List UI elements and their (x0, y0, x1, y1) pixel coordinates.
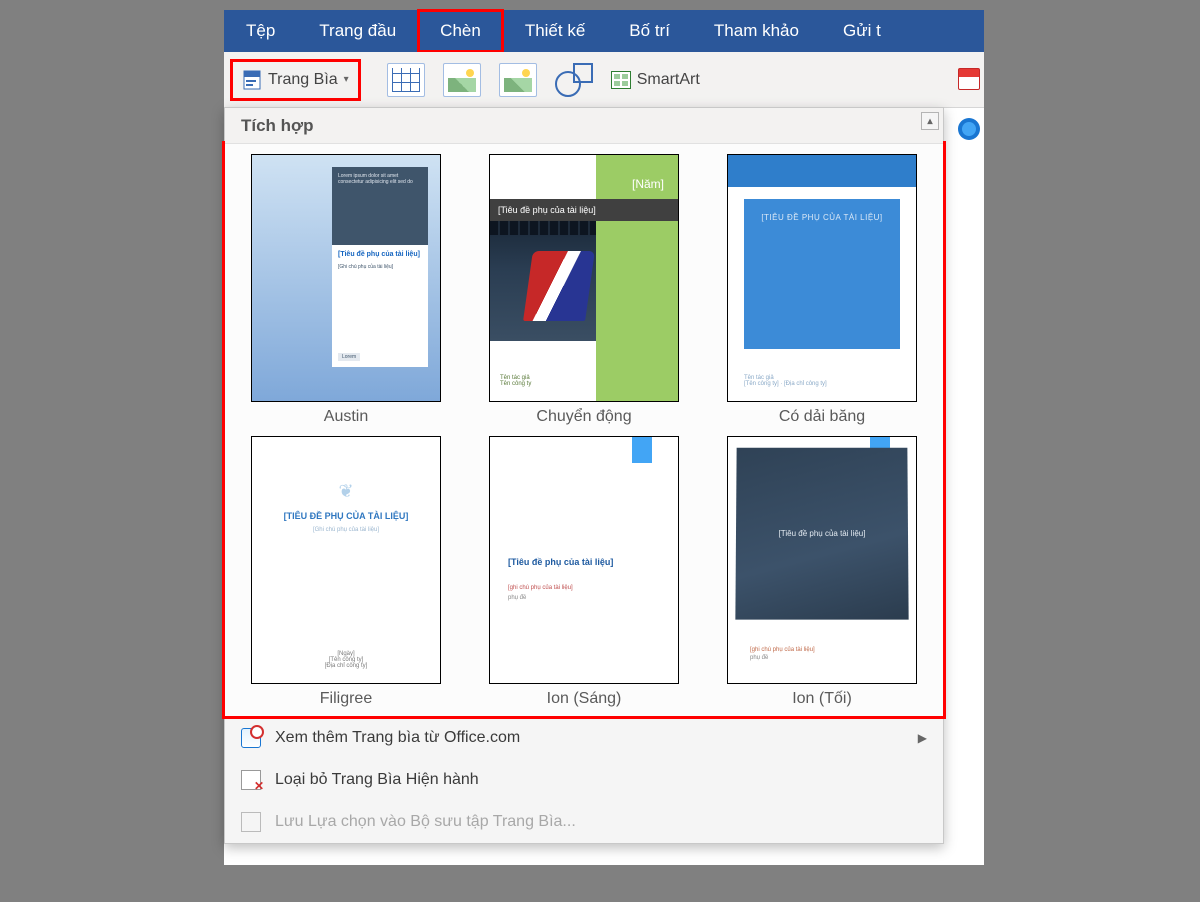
cover-page-dropdown: Tích hợp ▴ Lorem ipsum dolor sit amet co… (224, 107, 944, 844)
tab-design[interactable]: Thiết kế (503, 10, 607, 52)
people-icon[interactable] (958, 118, 980, 140)
cover-page-label: Trang Bìa (268, 71, 338, 89)
page-remove-icon (241, 770, 261, 790)
cover-label: Ion (Tối) (792, 690, 852, 708)
table-icon[interactable] (387, 63, 425, 97)
cover-thumb-ion-light: [Tiêu đề phụ của tài liệu] [ghi chú phụ … (489, 436, 679, 684)
tab-insert[interactable]: Chèn (418, 10, 503, 52)
tab-home[interactable]: Trang đầu (297, 10, 418, 52)
cover-thumb-motion: [Năm] [Tiêu đề phụ của tài liệu] Tên tác… (489, 154, 679, 402)
chevron-right-icon: ▶ (918, 731, 927, 745)
cover-label: Filigree (320, 690, 372, 708)
chevron-down-icon: ▾ (344, 74, 349, 85)
cover-thumb-filigree: ❦ [TIÊU ĐỀ PHỤ CỦA TÀI LIỆU] [Ghi chú ph… (251, 436, 441, 684)
store-icon[interactable] (958, 68, 980, 90)
cover-option-filigree[interactable]: ❦ [TIÊU ĐỀ PHỤ CỦA TÀI LIỆU] [Ghi chú ph… (239, 436, 453, 708)
ribbon-toolbar: Trang Bìa ▾ SmartArt (224, 52, 984, 108)
tab-layout[interactable]: Bố trí (607, 10, 692, 52)
menu-more-from-office[interactable]: Xem thêm Trang bìa từ Office.com ▶ (225, 717, 943, 759)
cover-option-austin[interactable]: Lorem ipsum dolor sit amet consectetur a… (239, 154, 453, 426)
tab-mail[interactable]: Gửi t (821, 10, 903, 52)
globe-refresh-icon (241, 728, 261, 748)
cover-thumb-austin: Lorem ipsum dolor sit amet consectetur a… (251, 154, 441, 402)
cover-page-icon (242, 70, 262, 90)
menu-remove-cover[interactable]: Loại bỏ Trang Bìa Hiện hành (225, 759, 943, 801)
right-side-icons (958, 68, 984, 140)
ribbon-tabs: Tệp Trang đầu Chèn Thiết kế Bố trí Tham … (224, 10, 984, 52)
pictures-icon[interactable] (443, 63, 481, 97)
cover-label: Chuyển động (536, 408, 631, 426)
online-pictures-icon[interactable] (499, 63, 537, 97)
tab-file[interactable]: Tệp (224, 10, 297, 52)
toolbar-icon-group (375, 63, 593, 97)
tab-references[interactable]: Tham khảo (692, 10, 821, 52)
cover-thumb-banded: [TIÊU ĐỀ PHỤ CỦA TÀI LIỆU] Tên tác giả[T… (727, 154, 917, 402)
dropdown-section-header: Tích hợp ▴ (225, 108, 943, 144)
app-window: Tệp Trang đầu Chèn Thiết kế Bố trí Tham … (224, 10, 984, 865)
ruler-fragment (976, 190, 984, 230)
smartart-label: SmartArt (637, 71, 700, 89)
cover-option-motion[interactable]: [Năm] [Tiêu đề phụ của tài liệu] Tên tác… (477, 154, 691, 426)
cover-option-ion-dark[interactable]: [Tiêu đề phụ của tài liệu] [ghi chú phụ … (715, 436, 929, 708)
cover-label: Có dải băng (779, 408, 865, 426)
dropdown-menu: Xem thêm Trang bìa từ Office.com ▶ Loại … (225, 716, 943, 843)
cover-option-ion-light[interactable]: [Tiêu đề phụ của tài liệu] [ghi chú phụ … (477, 436, 691, 708)
cover-label: Austin (324, 408, 368, 426)
page-save-icon (241, 812, 261, 832)
menu-save-selection: Lưu Lựa chọn vào Bộ sưu tập Trang Bìa... (225, 801, 943, 843)
cover-page-button[interactable]: Trang Bìa ▾ (234, 63, 357, 97)
smartart-button[interactable]: SmartArt (611, 71, 700, 89)
cover-label: Ion (Sáng) (547, 690, 622, 708)
cover-option-banded[interactable]: [TIÊU ĐỀ PHỤ CỦA TÀI LIỆU] Tên tác giả[T… (715, 154, 929, 426)
cover-thumb-ion-dark: [Tiêu đề phụ của tài liệu] [ghi chú phụ … (727, 436, 917, 684)
shapes-icon[interactable] (555, 63, 593, 97)
smartart-icon (611, 71, 631, 89)
cover-gallery: Lorem ipsum dolor sit amet consectetur a… (225, 144, 943, 716)
scroll-up-button[interactable]: ▴ (921, 112, 939, 130)
